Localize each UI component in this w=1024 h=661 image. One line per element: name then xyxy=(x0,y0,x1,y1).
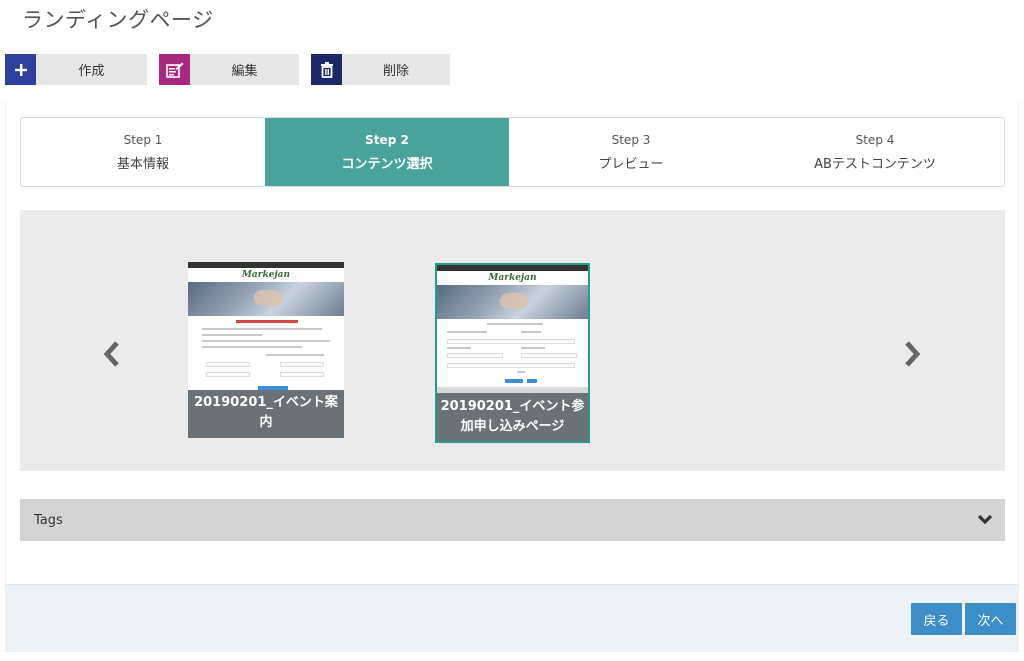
edit-button[interactable]: 編集 xyxy=(159,54,299,85)
create-button-label: 作成 xyxy=(36,54,147,85)
page-title: ランディングページ xyxy=(22,8,214,32)
step-number: Step 2 xyxy=(365,132,409,147)
footer-bar: 戻る 次へ xyxy=(5,584,1019,652)
delete-button-label: 削除 xyxy=(342,54,450,85)
chevron-right-icon xyxy=(905,341,921,367)
carousel-next-button[interactable] xyxy=(900,339,924,369)
edit-icon xyxy=(159,54,190,85)
step-name: ABテストコンテンツ xyxy=(814,156,936,172)
step-1[interactable]: Step 1 基本情報 xyxy=(21,118,265,186)
content-card-selected[interactable]: Markejan 20190201_イベント参加申し込みページ xyxy=(435,263,590,443)
content-card-title: 20190201_イベント参加申し込みページ xyxy=(437,393,588,441)
next-button[interactable]: 次へ xyxy=(965,603,1016,635)
toolbar: 作成 編集 削除 xyxy=(5,54,462,85)
content-card[interactable]: Markejan 20190201_イベント案内 xyxy=(188,262,344,438)
step-3[interactable]: Step 3 プレビュー xyxy=(509,118,753,186)
tags-accordion[interactable]: Tags xyxy=(20,499,1005,541)
plus-icon xyxy=(5,54,36,85)
step-wizard: Step 1 基本情報 Step 2 コンテンツ選択 Step 3 プレビュー … xyxy=(20,117,1005,187)
edit-button-label: 編集 xyxy=(190,54,299,85)
trash-icon xyxy=(311,54,342,85)
thumbnail-brand: Markejan xyxy=(241,270,291,280)
create-button[interactable]: 作成 xyxy=(5,54,147,85)
tags-label: Tags xyxy=(34,512,63,528)
content-carousel: Markejan 20190201_イベント案内 Markejan 201902… xyxy=(20,210,1005,471)
content-thumbnail: Markejan xyxy=(188,262,344,390)
step-number: Step 1 xyxy=(123,132,163,147)
step-4[interactable]: Step 4 ABテストコンテンツ xyxy=(753,118,997,186)
step-name: コンテンツ選択 xyxy=(341,156,433,172)
delete-button[interactable]: 削除 xyxy=(311,54,450,85)
content-thumbnail: Markejan xyxy=(437,265,588,393)
step-2[interactable]: Step 2 コンテンツ選択 xyxy=(265,118,509,186)
thumbnail-brand: Markejan xyxy=(488,273,537,283)
chevron-left-icon xyxy=(103,341,119,367)
chevron-down-icon xyxy=(977,514,993,525)
back-button[interactable]: 戻る xyxy=(911,603,962,635)
step-name: プレビュー xyxy=(598,156,664,172)
step-number: Step 3 xyxy=(611,132,651,147)
step-number: Step 4 xyxy=(855,132,895,147)
carousel-prev-button[interactable] xyxy=(100,339,124,369)
content-card-title: 20190201_イベント案内 xyxy=(188,390,344,438)
step-name: 基本情報 xyxy=(116,156,169,172)
